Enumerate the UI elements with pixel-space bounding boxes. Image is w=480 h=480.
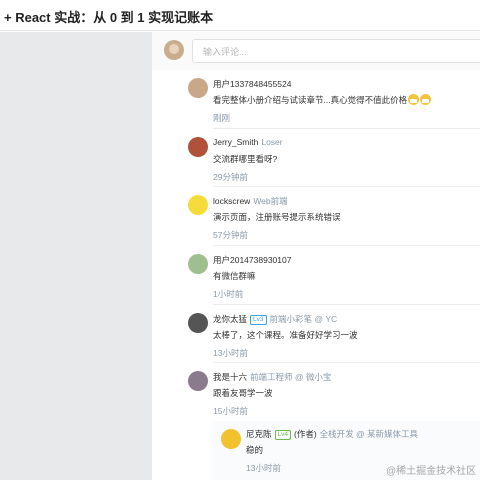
avatar[interactable] [188,254,208,274]
comment-content: 太棒了，这个课程。准备好好学习一波 [213,330,358,340]
page-title: + React 实战：从 0 到 1 实现记账本 [4,10,214,25]
comment-time: 57分钟前 [213,230,248,240]
comment-content: 交流群哪里看呀? [213,154,278,164]
avatar[interactable] [221,429,241,449]
avatar[interactable] [188,195,208,215]
comment-input[interactable]: 输入评论... [192,39,480,63]
comment-content: 跟着友哥学一波 [213,388,273,398]
comment-input-placeholder: 输入评论... [203,47,247,57]
user-tag: 前端工程师 @ 微小宝 [250,372,332,382]
grimace-emoji-icon [420,94,432,105]
divider [213,362,480,363]
top-bar: + React 实战：从 0 到 1 实现记账本 [0,0,480,31]
avatar [164,40,184,60]
left-panel [0,32,152,480]
reply-content: 稳的 [246,445,264,455]
divider [213,128,480,129]
comment-username[interactable]: 龙你太猛 [213,314,247,324]
avatar[interactable] [188,371,208,391]
grimace-emoji-icon [408,94,420,105]
comment-time: 1小时前 [213,289,244,299]
user-tag: Web前端 [253,196,288,206]
reply-username[interactable]: 尼克陈 [246,429,272,439]
comment-username[interactable]: lockscrew [213,196,250,206]
author-badge: (作者) [294,429,317,439]
comment-content: 看完整体小册介绍与试读章节...真心觉得不值此价格 [213,95,408,105]
comment-input-row: 输入评论... [152,32,480,70]
divider [213,304,480,305]
comment-username[interactable]: 我是十六 [213,372,247,382]
level-badge: Lv3 [250,315,267,325]
comment-username[interactable]: 用户2014738930107 [213,255,291,265]
comment-username[interactable]: 用户1337848455524 [213,79,291,89]
divider [213,245,480,246]
comment-content: 演示页面，注册账号提示系统错误 [213,212,341,222]
comment-content: 有微信群嘛 [213,271,256,281]
divider [213,186,480,187]
level-badge: Lv4 [274,430,291,440]
comment-time: 29分钟前 [213,172,248,182]
avatar[interactable] [188,78,208,98]
watermark: @稀土掘金技术社区 [386,466,477,477]
comment-time: 15小时前 [213,406,248,416]
avatar[interactable] [188,313,208,333]
avatar[interactable] [188,137,208,157]
comment-username[interactable]: Jerry_Smith [213,137,258,147]
comment-time: 刚刚 [213,113,231,123]
comment-time: 13小时前 [213,348,248,358]
user-tag: Loser [261,137,283,147]
user-tag: 前端小彩笔 @ YC [269,314,338,324]
user-tag: 全栈开发 @ 某新媒体工具 [319,429,419,439]
